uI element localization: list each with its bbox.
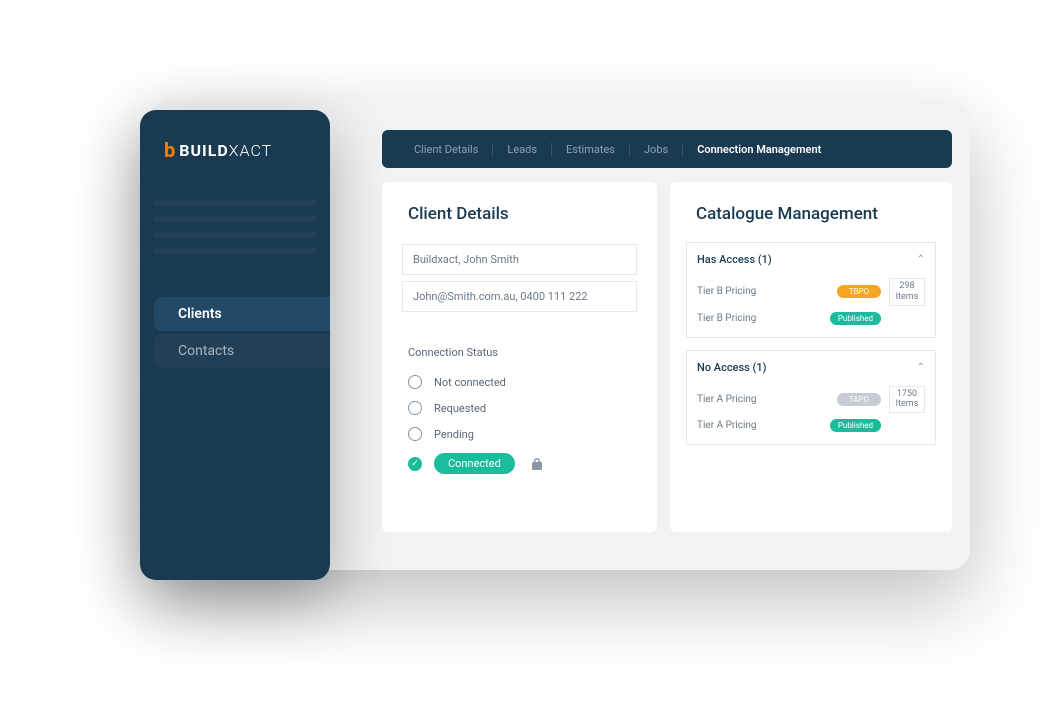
accordion-has-access: Has Access (1) ⌃ Tier B Pricing TBPO 298…	[686, 242, 936, 338]
badge-tbpo: TBPO	[837, 285, 881, 298]
catalogue-name: Tier B Pricing	[697, 313, 822, 324]
accordion-header-has-access[interactable]: Has Access (1) ⌃	[687, 247, 935, 274]
status-pending[interactable]: Pending	[408, 421, 631, 447]
radio-icon	[408, 401, 422, 415]
item-count-box: 298 Items	[889, 278, 925, 306]
accordion-label: Has Access (1)	[697, 253, 772, 266]
status-requested[interactable]: Requested	[408, 395, 631, 421]
sidebar-placeholder-bars	[140, 182, 330, 294]
sidebar-item-clients[interactable]: Clients	[154, 297, 330, 331]
logo-icon: b	[164, 138, 175, 162]
connected-chip: Connected	[434, 453, 515, 474]
tab-client-details[interactable]: Client Details	[400, 143, 493, 156]
catalogue-management-panel: Catalogue Management Has Access (1) ⌃ Ti…	[670, 182, 952, 532]
tab-jobs[interactable]: Jobs	[630, 143, 683, 156]
radio-icon	[408, 375, 422, 389]
status-label: Requested	[434, 402, 486, 415]
radio-icon	[408, 427, 422, 441]
catalogue-row: Tier A Pricing Published	[687, 415, 935, 436]
status-connected[interactable]: Connected	[408, 447, 631, 480]
sidebar: b BUILDXACT Clients Contacts	[140, 110, 330, 580]
chevron-up-icon: ⌃	[917, 254, 925, 265]
badge-published: Published	[830, 419, 881, 432]
client-details-panel: Client Details Buildxact, John Smith Joh…	[382, 182, 657, 532]
status-label: Pending	[434, 428, 474, 441]
client-name-field[interactable]: Buildxact, John Smith	[402, 244, 637, 275]
accordion-header-no-access[interactable]: No Access (1) ⌃	[687, 355, 935, 382]
client-details-title: Client Details	[382, 182, 657, 238]
chevron-up-icon: ⌃	[917, 362, 925, 373]
sidebar-item-contacts[interactable]: Contacts	[154, 334, 330, 368]
item-count-box: 1750 Items	[889, 386, 925, 414]
connection-status-list: Not connected Requested Pending Connecte…	[382, 369, 657, 480]
badge-tapo: TAPO	[837, 393, 881, 406]
logo: b BUILDXACT	[140, 138, 330, 182]
status-not-connected[interactable]: Not connected	[408, 369, 631, 395]
status-label: Not connected	[434, 376, 506, 389]
badge-published: Published	[830, 312, 881, 325]
catalogue-name: Tier A Pricing	[697, 394, 829, 405]
tab-leads[interactable]: Leads	[493, 143, 552, 156]
accordion-no-access: No Access (1) ⌃ Tier A Pricing TAPO 1750…	[686, 350, 936, 446]
catalogue-name: Tier B Pricing	[697, 286, 829, 297]
catalogue-name: Tier A Pricing	[697, 420, 822, 431]
logo-text: BUILDXACT	[179, 141, 272, 160]
radio-checked-icon	[408, 457, 422, 471]
client-contact-field[interactable]: John@Smith.com.au, 0400 111 222	[402, 281, 637, 312]
catalogue-row: Tier B Pricing TBPO 298 Items	[687, 274, 935, 310]
tab-connection-management[interactable]: Connection Management	[683, 143, 835, 156]
catalogue-title: Catalogue Management	[670, 182, 952, 238]
catalogue-row: Tier B Pricing Published	[687, 308, 935, 329]
connection-status-label: Connection Status	[382, 318, 657, 369]
accordion-label: No Access (1)	[697, 361, 766, 374]
lock-icon	[531, 457, 543, 471]
catalogue-row: Tier A Pricing TAPO 1750 Items	[687, 382, 935, 418]
tab-estimates[interactable]: Estimates	[552, 143, 630, 156]
tabbar: Client Details Leads Estimates Jobs Conn…	[382, 130, 952, 168]
